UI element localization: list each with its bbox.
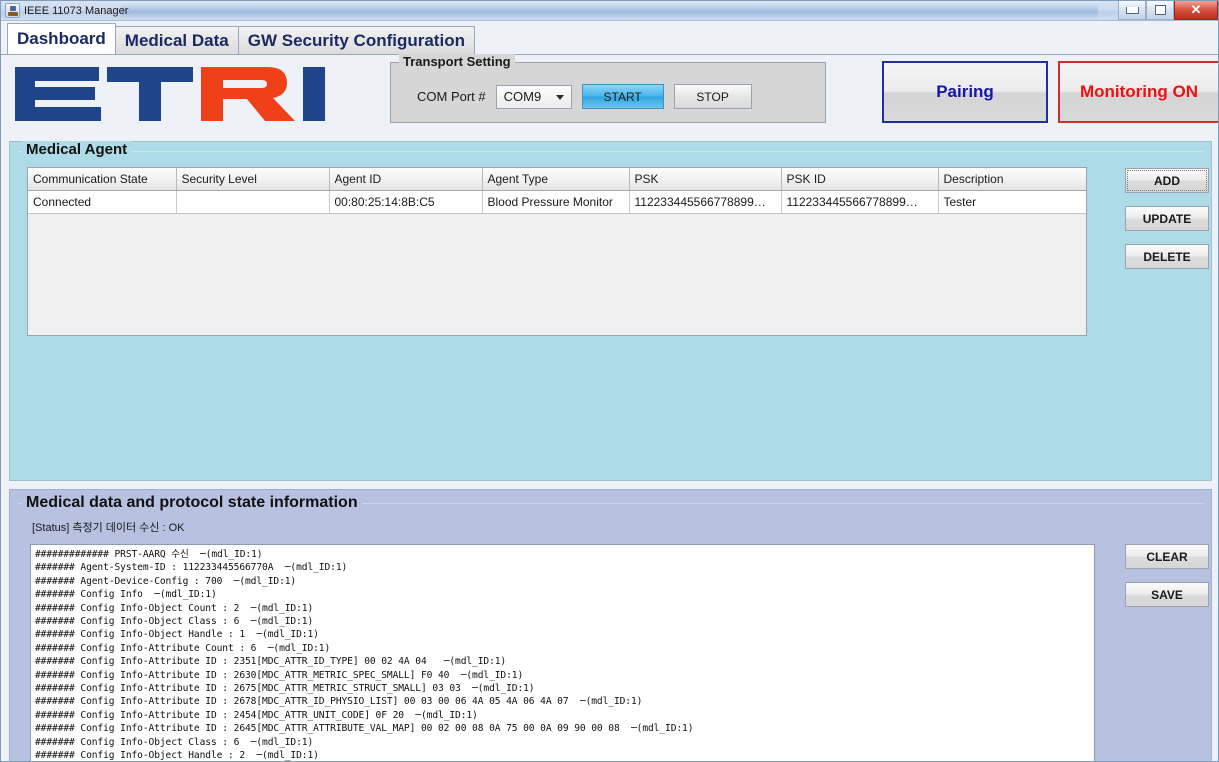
medical-agent-divider <box>18 151 1203 152</box>
column-header-psk-id[interactable]: PSK ID <box>781 168 939 191</box>
app-icon <box>5 3 20 18</box>
medical-agent-title: Medical Agent <box>22 141 132 158</box>
delete-button[interactable]: DELETE <box>1125 244 1209 269</box>
log-line: ####### Config Info-Attribute ID : 2454[… <box>35 709 478 721</box>
save-button[interactable]: SAVE <box>1125 582 1209 607</box>
log-line: ####### Config Info-Attribute ID : 2645[… <box>35 723 694 735</box>
com-port-select[interactable]: COM9 <box>495 84 572 109</box>
header-row: Transport Setting COM Port # COM9 START … <box>1 54 1218 133</box>
cell-agent-id: 00:80:25:14:8B:C5 <box>329 190 483 214</box>
log-line: ####### Config Info-Attribute ID : 2630[… <box>35 669 524 681</box>
cell-psk: 112233445566778899… <box>629 190 782 214</box>
medical-agent-panel: Medical Agent Communication State Securi… <box>9 141 1212 481</box>
log-line: ####### Config Info-Object Class : 6 ─(m… <box>35 616 314 628</box>
column-header-agent-type[interactable]: Agent Type <box>482 168 630 191</box>
tab-bar: Dashboard Medical Data GW Security Confi… <box>1 21 1218 55</box>
cell-description: Tester <box>938 190 1086 214</box>
add-button[interactable]: ADD <box>1125 168 1209 193</box>
status-text: [Status] 측정기 데이터 수신 : OK <box>32 522 185 534</box>
etri-logo <box>11 63 331 125</box>
dashboard-content: Transport Setting COM Port # COM9 START … <box>1 54 1218 762</box>
table-header-row: Communication State Security Level Agent… <box>28 168 1086 191</box>
column-header-security-level[interactable]: Security Level <box>176 168 330 191</box>
log-line: ####### Config Info-Object Count : 2 ─(m… <box>35 602 314 614</box>
com-port-label: COM Port # <box>417 89 486 104</box>
monitoring-on-button[interactable]: Monitoring ON <box>1058 61 1218 123</box>
log-output-textarea[interactable]: ############# PRST-AARQ 수신 ─(mdl_ID:1) #… <box>30 544 1095 762</box>
log-line: ####### Agent-System-ID : 11223344556677… <box>35 562 348 574</box>
log-line: ####### Agent-Device-Config : 700 ─(mdl_… <box>35 575 297 587</box>
transport-setting-group: Transport Setting COM Port # COM9 START … <box>390 54 826 123</box>
minimize-icon[interactable] <box>1118 1 1146 20</box>
application-window: IEEE 11073 Manager ✕ Dashboard Medical D… <box>0 0 1219 762</box>
pairing-button[interactable]: Pairing <box>882 61 1048 123</box>
tab-dashboard[interactable]: Dashboard <box>7 23 116 54</box>
tab-medical-data[interactable]: Medical Data <box>114 26 239 54</box>
log-line: ####### Config Info-Object Handle : 2 ─(… <box>35 750 319 762</box>
clear-button[interactable]: CLEAR <box>1125 544 1209 569</box>
start-button[interactable]: START <box>581 84 664 109</box>
chevron-down-icon <box>555 94 564 100</box>
update-button[interactable]: UPDATE <box>1125 206 1209 231</box>
log-line: ####### Config Info-Attribute ID : 2678[… <box>35 696 643 708</box>
cell-security-level <box>176 190 330 214</box>
medical-agent-table: Communication State Security Level Agent… <box>28 168 1086 214</box>
close-icon[interactable]: ✕ <box>1174 1 1218 20</box>
medical-agent-actions: ADD UPDATE DELETE <box>1125 168 1209 269</box>
medical-agent-table-container: Communication State Security Level Agent… <box>27 167 1087 336</box>
cell-communication-state: Connected <box>28 190 177 214</box>
title-bar: IEEE 11073 Manager ✕ <box>1 1 1218 21</box>
log-line: ####### Config Info-Attribute ID : 2675[… <box>35 683 535 695</box>
table-row[interactable]: Connected 00:80:25:14:8B:C5 Blood Pressu… <box>28 190 1086 214</box>
column-header-description[interactable]: Description <box>938 168 1086 191</box>
transport-setting-legend: Transport Setting <box>399 54 515 69</box>
column-header-psk[interactable]: PSK <box>629 168 782 191</box>
column-header-agent-id[interactable]: Agent ID <box>329 168 483 191</box>
stop-button[interactable]: STOP <box>673 84 752 109</box>
log-line: ####### Config Info-Object Handle : 1 ─(… <box>35 629 319 641</box>
log-line: ############# PRST-AARQ 수신 ─(mdl_ID:1) <box>35 549 263 560</box>
window-title: IEEE 11073 Manager <box>24 4 129 17</box>
log-line: ####### Config Info-Attribute Count : 6 … <box>35 642 331 654</box>
window-controls: ✕ <box>1118 1 1218 21</box>
log-line: ####### Config Info ─(mdl_ID:1) <box>35 589 217 601</box>
cell-psk-id: 112233445566778899… <box>781 190 939 214</box>
tab-gw-security-configuration[interactable]: GW Security Configuration <box>237 26 475 54</box>
log-line: ####### Config Info-Attribute ID : 2351[… <box>35 656 507 668</box>
com-port-value: COM9 <box>503 89 542 104</box>
cell-agent-type: Blood Pressure Monitor <box>482 190 630 214</box>
log-line: ####### Config Info-Object Class : 6 ─(m… <box>35 736 314 748</box>
maximize-icon[interactable] <box>1146 1 1174 20</box>
log-panel-actions: CLEAR SAVE <box>1125 544 1209 607</box>
log-panel-title: Medical data and protocol state informat… <box>22 494 362 512</box>
protocol-log-panel: Medical data and protocol state informat… <box>9 489 1212 762</box>
column-header-communication-state[interactable]: Communication State <box>28 168 177 191</box>
